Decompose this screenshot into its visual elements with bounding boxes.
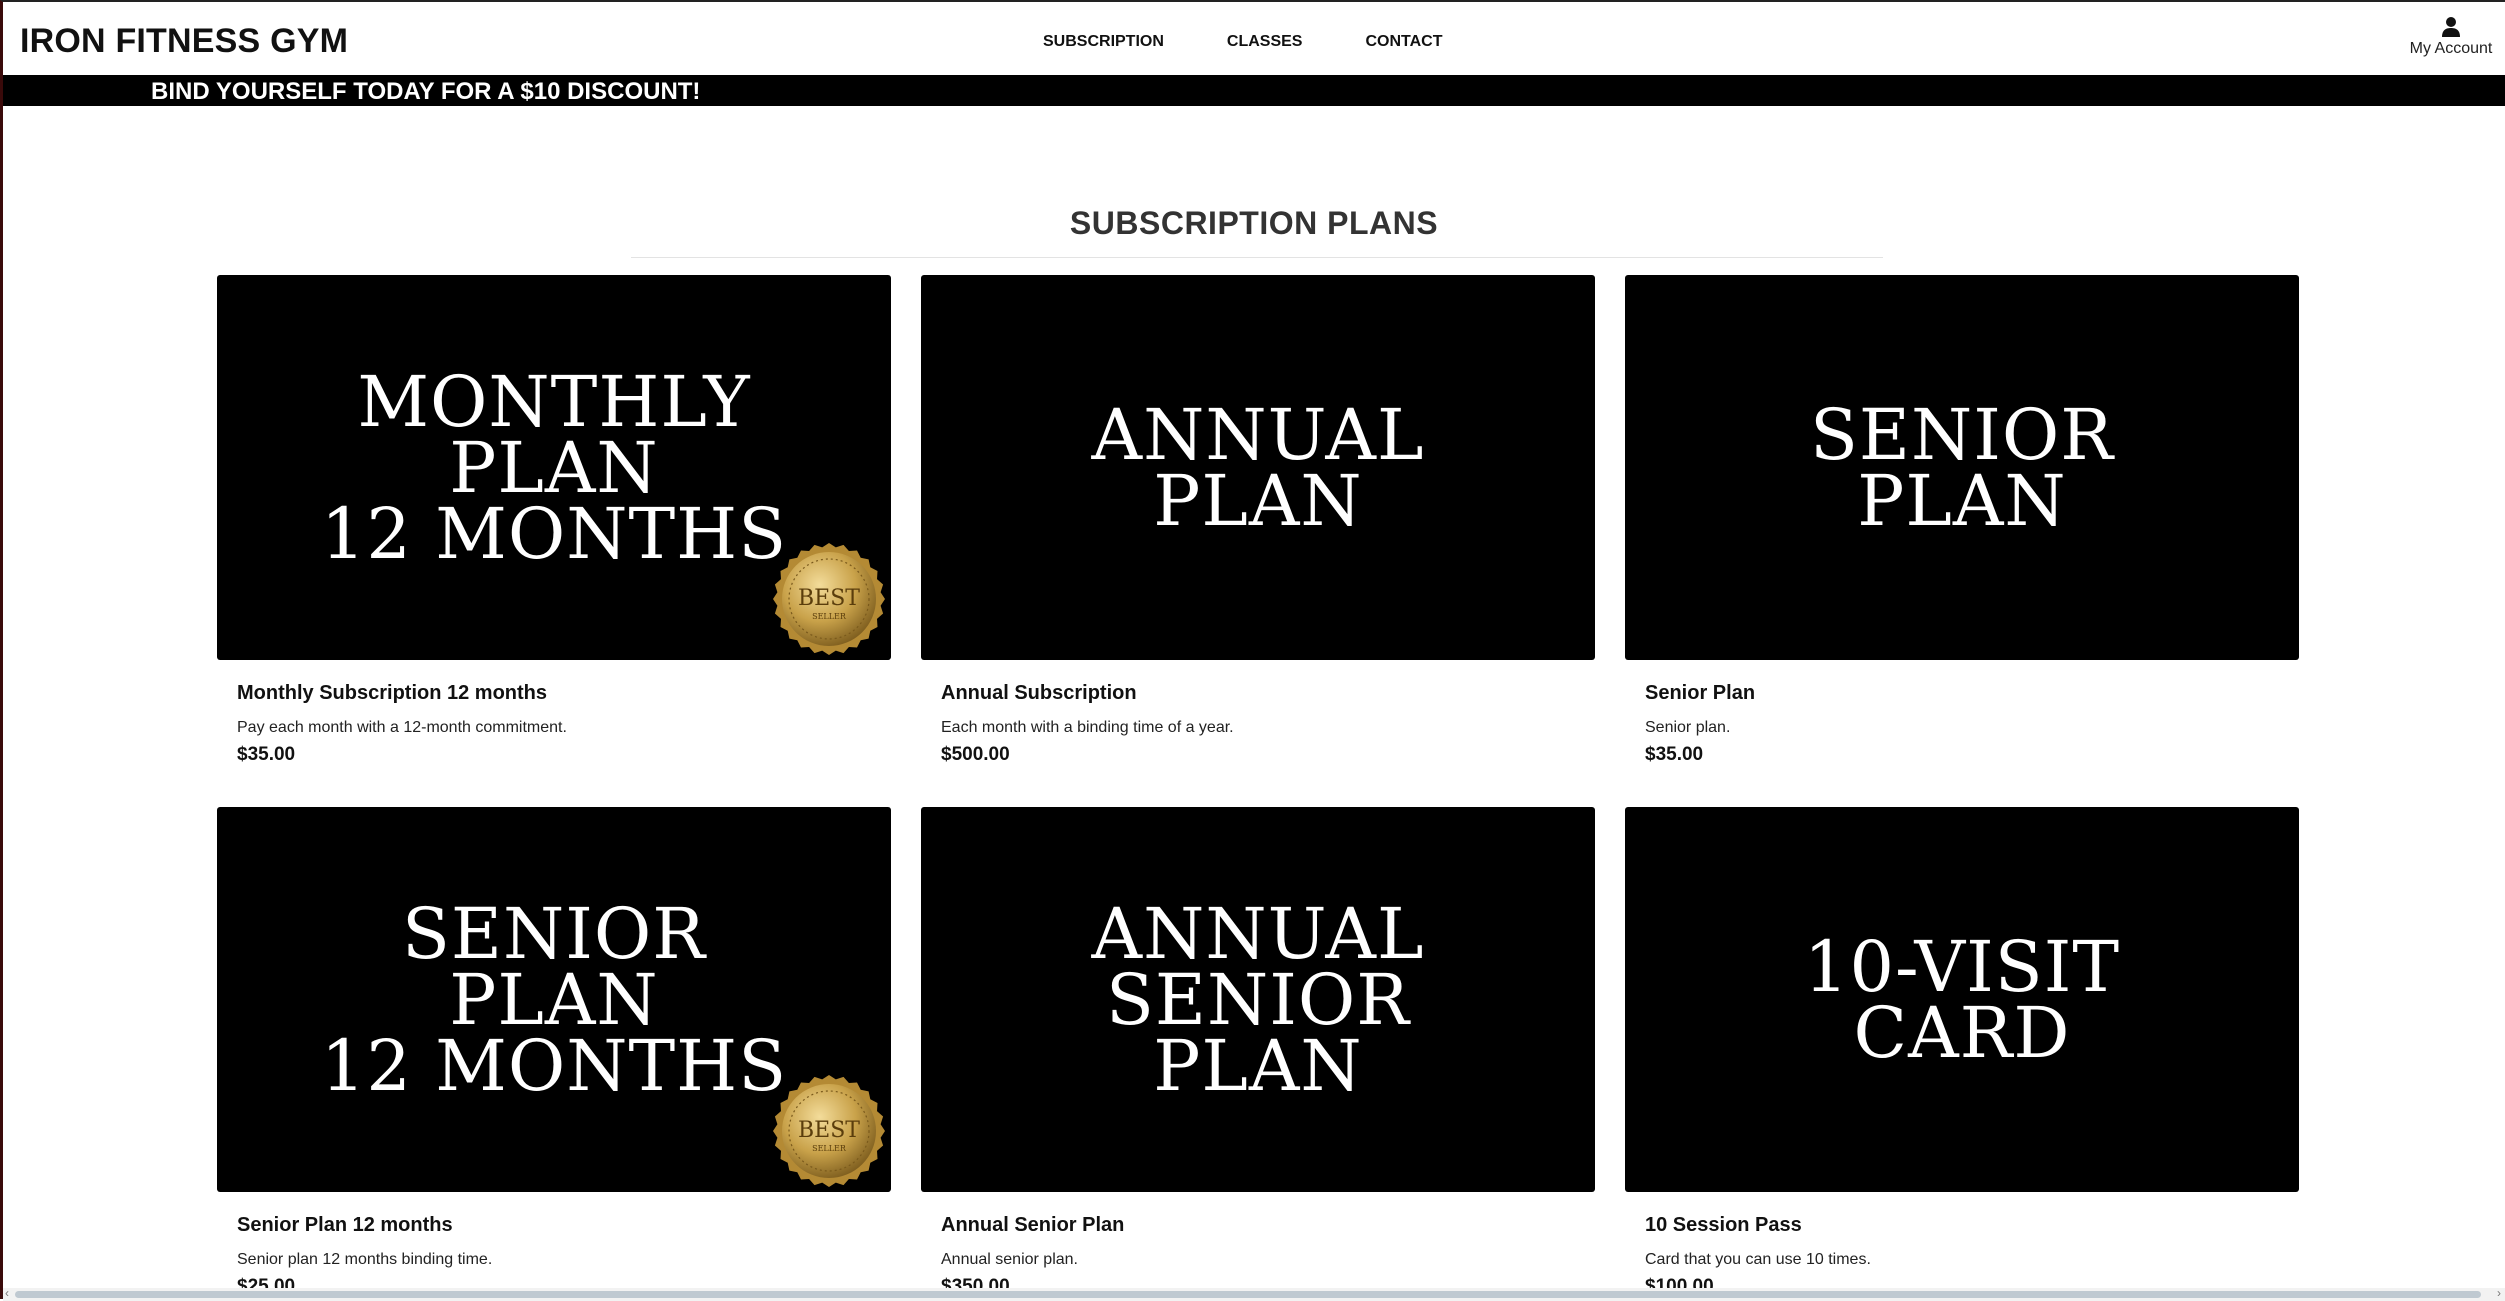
- promo-text: BIND YOURSELF TODAY FOR A $10 DISCOUNT!: [151, 78, 701, 105]
- plan-price: $35.00: [237, 744, 296, 765]
- best-seller-badge-icon: BEST SELLER: [773, 543, 885, 655]
- nav-subscription[interactable]: SUBSCRIPTION: [1043, 33, 1164, 51]
- plan-description: Card that you can use 10 times.: [1645, 1251, 1871, 1268]
- plan-name[interactable]: Senior Plan 12 months: [237, 1214, 891, 1237]
- plan-image[interactable]: MONTHLY PLAN 12 MONTHS BEST SELLER: [217, 275, 891, 660]
- plan-image[interactable]: 10-VISIT CARD: [1625, 807, 2299, 1192]
- plan-card[interactable]: 10-VISIT CARD 10 Session Pass Card that …: [1625, 807, 2299, 1298]
- badge-text-bottom: SELLER: [812, 612, 847, 621]
- my-account-label: My Account: [2409, 40, 2493, 57]
- plan-price: $500.00: [941, 744, 1010, 765]
- plan-name[interactable]: Monthly Subscription 12 months: [237, 682, 891, 705]
- plan-name[interactable]: Senior Plan: [1645, 682, 2299, 705]
- site-header: IRON FITNESS GYM SUBSCRIPTION CLASSES CO…: [3, 2, 2505, 75]
- plan-image[interactable]: SENIOR PLAN 12 MONTHS BEST SELLER: [217, 807, 891, 1192]
- plan-name[interactable]: 10 Session Pass: [1645, 1214, 2299, 1237]
- best-seller-badge-icon: BEST SELLER: [773, 1075, 885, 1187]
- plan-description: Senior plan.: [1645, 719, 1731, 736]
- plan-price: $35.00: [1645, 744, 1704, 765]
- plan-description: Each month with a binding time of a year…: [941, 719, 1234, 736]
- plan-card[interactable]: ANNUAL PLAN Annual Subscription Each mon…: [921, 275, 1595, 766]
- main-nav: SUBSCRIPTION CLASSES CONTACT: [1043, 33, 1506, 51]
- my-account-button[interactable]: My Account: [2401, 16, 2501, 58]
- plan-image-text: ANNUAL PLAN: [1091, 393, 1425, 542]
- nav-contact[interactable]: CONTACT: [1365, 33, 1442, 51]
- scrollbar-thumb[interactable]: [15, 1291, 2481, 1298]
- nav-classes[interactable]: CLASSES: [1227, 33, 1303, 51]
- plan-card[interactable]: ANNUAL SENIOR PLAN Annual Senior Plan An…: [921, 807, 1595, 1298]
- badge-text-top: BEST: [798, 586, 860, 611]
- plan-name[interactable]: Annual Senior Plan: [941, 1214, 1595, 1237]
- section-title: SUBSCRIPTION PLANS: [1069, 205, 1439, 241]
- plan-description: Senior plan 12 months binding time.: [237, 1251, 493, 1268]
- scroll-left-icon[interactable]: ‹: [5, 1286, 9, 1300]
- plan-card[interactable]: SENIOR PLAN 12 MONTHS BEST SELLER Senior…: [217, 807, 891, 1298]
- plan-card[interactable]: SENIOR PLAN Senior Plan Senior plan. $35…: [1625, 275, 2299, 766]
- plan-card[interactable]: MONTHLY PLAN 12 MONTHS BEST SELLER Month…: [217, 275, 891, 766]
- plan-description: Annual senior plan.: [941, 1251, 1078, 1268]
- badge-text-top: BEST: [798, 1118, 860, 1143]
- plan-description: Pay each month with a 12-month commitmen…: [237, 719, 567, 736]
- plan-image-text: SENIOR PLAN: [1809, 393, 2115, 542]
- plan-image[interactable]: ANNUAL PLAN: [921, 275, 1595, 660]
- promo-banner: BIND YOURSELF TODAY FOR A $10 DISCOUNT!: [3, 75, 2505, 106]
- section-divider: [631, 257, 1883, 258]
- plan-image-text: MONTHLY PLAN 12 MONTHS: [320, 360, 788, 575]
- plan-image[interactable]: ANNUAL SENIOR PLAN: [921, 807, 1595, 1192]
- horizontal-scrollbar[interactable]: ‹ ›: [3, 1286, 2505, 1301]
- brand-logo[interactable]: IRON FITNESS GYM: [20, 22, 348, 61]
- plan-name[interactable]: Annual Subscription: [941, 682, 1595, 705]
- badge-text-bottom: SELLER: [812, 1144, 847, 1153]
- user-icon: [2442, 17, 2460, 37]
- plan-image-text: SENIOR PLAN 12 MONTHS: [320, 892, 788, 1107]
- plan-image-text: ANNUAL SENIOR PLAN: [1091, 892, 1425, 1107]
- plan-image[interactable]: SENIOR PLAN: [1625, 275, 2299, 660]
- plan-image-text: 10-VISIT CARD: [1803, 925, 2121, 1074]
- scroll-right-icon[interactable]: ›: [2497, 1286, 2501, 1300]
